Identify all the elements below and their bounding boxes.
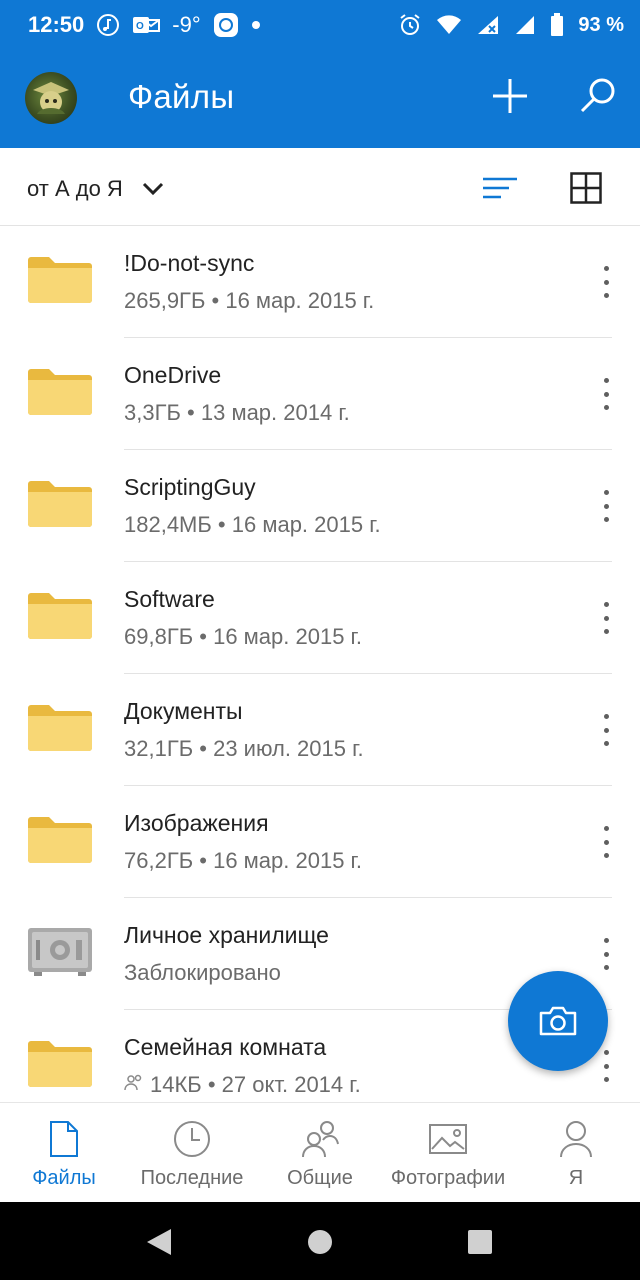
notification-dot-icon: [251, 20, 261, 30]
file-name: Личное хранилище: [124, 922, 329, 948]
tab-me[interactable]: Я: [536, 1103, 616, 1203]
wifi-icon: [436, 14, 462, 36]
file-name: Software: [124, 586, 215, 612]
sort-dropdown[interactable]: от А до Я: [27, 176, 123, 202]
folder-icon: [26, 702, 94, 754]
file-name: Семейная комната: [124, 1034, 327, 1060]
list-item[interactable]: Изображения 76,2ГБ • 16 мар. 2015 г.: [0, 786, 640, 898]
file-name: OneDrive: [124, 362, 222, 388]
more-options-button[interactable]: [588, 934, 624, 974]
search-icon: [580, 78, 615, 113]
back-button[interactable]: [144, 1227, 174, 1257]
chevron-down-icon[interactable]: [141, 178, 165, 203]
more-options-button[interactable]: [588, 822, 624, 862]
signal-x-icon: [476, 14, 500, 36]
sort-bar: от А до Я: [0, 148, 640, 226]
file-meta: 3,3ГБ • 13 мар. 2014 г.: [124, 400, 350, 425]
folder-icon: [26, 478, 94, 530]
recents-button[interactable]: [465, 1227, 495, 1257]
file-icon: [49, 1119, 79, 1159]
more-options-button[interactable]: [588, 262, 624, 302]
tab-label: Файлы: [32, 1167, 96, 1189]
file-meta: 265,9ГБ • 16 мар. 2015 г.: [124, 288, 375, 313]
more-options-button[interactable]: [588, 374, 624, 414]
signal-icon: [514, 14, 536, 36]
status-time: 12:50: [28, 12, 85, 37]
file-name: Изображения: [124, 810, 269, 836]
person-icon: [559, 1119, 593, 1159]
svg-text:O: O: [136, 21, 144, 32]
file-meta: 76,2ГБ • 16 мар. 2015 г.: [124, 848, 363, 873]
vault-icon: [26, 926, 94, 978]
app-bar: Файлы: [0, 50, 640, 148]
tab-files[interactable]: Файлы: [14, 1103, 114, 1203]
avatar[interactable]: [25, 72, 77, 124]
battery-percent: 93 %: [578, 13, 624, 36]
home-button[interactable]: [305, 1227, 335, 1257]
music-icon: [96, 13, 120, 37]
tab-label: Последние: [140, 1167, 244, 1189]
back-icon: [147, 1229, 171, 1255]
image-icon: [429, 1119, 467, 1159]
folder-icon: [26, 366, 94, 418]
list-view-button[interactable]: [478, 168, 522, 208]
file-meta: Заблокировано: [124, 960, 281, 985]
recents-icon: [468, 1230, 492, 1254]
shared-icon: [124, 1072, 144, 1098]
list-item[interactable]: OneDrive 3,3ГБ • 13 мар. 2014 г.: [0, 338, 640, 450]
tab-label: Общие: [287, 1167, 353, 1189]
people-icon: [301, 1119, 339, 1159]
tab-photos[interactable]: Фотографии: [380, 1103, 516, 1203]
tab-recent[interactable]: Последние: [130, 1103, 254, 1203]
system-navigation-bar: [0, 1202, 640, 1280]
plus-icon: [493, 79, 527, 113]
camera-icon: [539, 1006, 577, 1036]
grid-view-icon: [570, 172, 602, 204]
alarm-icon: [398, 13, 422, 37]
file-meta: 32,1ГБ • 23 июл. 2015 г.: [124, 736, 364, 761]
tab-label: Фотографии: [390, 1167, 506, 1189]
list-item[interactable]: Документы 32,1ГБ • 23 июл. 2015 г.: [0, 674, 640, 786]
file-name: ScriptingGuy: [124, 474, 256, 500]
list-item[interactable]: Software 69,8ГБ • 16 мар. 2015 г.: [0, 562, 640, 674]
camera-upload-button[interactable]: [508, 971, 608, 1071]
page-title: Файлы: [128, 78, 235, 115]
bottom-navigation: Файлы Последние Общие Фотографии Я: [0, 1102, 640, 1202]
app-icon: [213, 12, 239, 38]
folder-icon: [26, 254, 94, 306]
clock-icon: [173, 1119, 211, 1159]
search-button[interactable]: [574, 72, 622, 120]
folder-icon: [26, 814, 94, 866]
more-options-button[interactable]: [588, 486, 624, 526]
more-options-button[interactable]: [588, 710, 624, 750]
add-button[interactable]: [486, 72, 534, 120]
grid-view-button[interactable]: [564, 168, 608, 208]
tab-label: Я: [568, 1167, 584, 1189]
status-bar: 12:50 O -9° 93 %: [0, 0, 640, 50]
file-meta: 182,4МБ • 16 мар. 2015 г.: [124, 512, 381, 537]
file-list: !Do-not-sync 265,9ГБ • 16 мар. 2015 г. O…: [0, 226, 640, 1102]
battery-icon: [550, 13, 564, 37]
folder-icon: [26, 1038, 94, 1090]
mail-icon: O: [132, 14, 161, 36]
tab-shared[interactable]: Общие: [272, 1103, 368, 1203]
file-name: !Do-not-sync: [124, 250, 255, 276]
file-name: Документы: [124, 698, 243, 724]
list-item[interactable]: !Do-not-sync 265,9ГБ • 16 мар. 2015 г.: [0, 226, 640, 338]
status-temperature: -9°: [172, 12, 201, 37]
more-options-button[interactable]: [588, 598, 624, 638]
onedrive-files-screen: 12:50 O -9° 93 % Файлы от А до Я !Do-not…: [0, 0, 640, 1280]
list-item[interactable]: ScriptingGuy 182,4МБ • 16 мар. 2015 г.: [0, 450, 640, 562]
file-meta: 69,8ГБ • 16 мар. 2015 г.: [124, 624, 363, 649]
list-view-icon: [483, 177, 517, 199]
file-meta: 14КБ • 27 окт. 2014 г.: [150, 1072, 361, 1097]
home-icon: [308, 1230, 332, 1254]
folder-icon: [26, 590, 94, 642]
